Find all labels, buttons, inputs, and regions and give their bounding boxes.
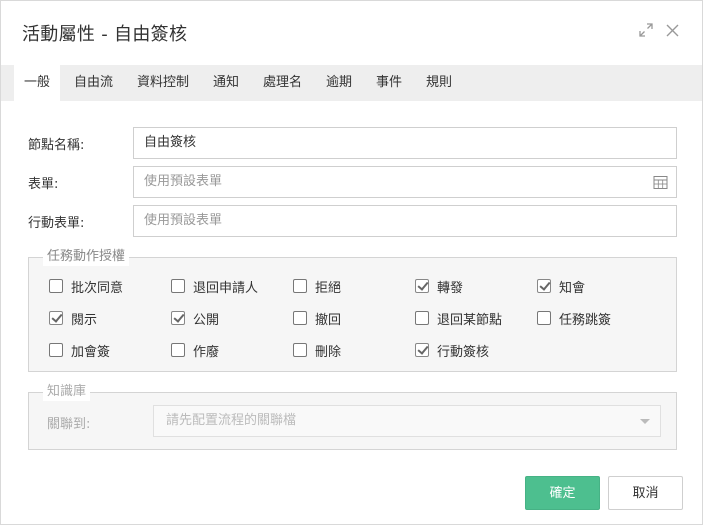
window-controls (638, 21, 680, 39)
checkbox-void[interactable]: 作廢 (171, 340, 219, 360)
tab-notification[interactable]: 通知 (213, 65, 239, 101)
checkbox-box[interactable] (415, 343, 429, 357)
link-file-placeholder: 請先配置流程的關聯檔 (166, 413, 297, 428)
checkbox-box[interactable] (49, 343, 63, 357)
checkbox-label: 加會簽 (71, 344, 111, 360)
tab-bar: 一般 自由流 資料控制 通知 處理名 逾期 事件 規則 (1, 65, 702, 101)
checkbox-box[interactable] (293, 343, 307, 357)
checkbox-label: 轉發 (437, 280, 464, 296)
checkbox-delete[interactable]: 刪除 (293, 340, 341, 360)
mobile-form-input[interactable]: 使用預設表單 (133, 205, 677, 237)
cancel-button[interactable]: 取消 (608, 476, 683, 510)
checkbox-label: 作廢 (193, 344, 220, 360)
close-icon[interactable] (664, 21, 680, 39)
checkbox-box[interactable] (49, 311, 63, 325)
task-permissions-group: 任務動作授權 批次同意 退回申請人 拒絕 轉發 知會 閱示 公開 撤回 退回某節… (28, 248, 677, 372)
confirm-button[interactable]: 確定 (525, 476, 600, 510)
checkbox-box[interactable] (537, 279, 551, 293)
checkbox-label: 退回申請人 (193, 280, 259, 296)
checkbox-label: 公開 (193, 312, 220, 328)
checkbox-return-node[interactable]: 退回某節點 (415, 308, 502, 328)
node-name-label: 節點名稱: (28, 138, 85, 153)
chevron-down-icon (640, 419, 650, 424)
tab-general[interactable]: 一般 (14, 65, 60, 101)
checkbox-label: 批次同意 (71, 280, 124, 296)
checkbox-box[interactable] (293, 279, 307, 293)
form-row: 表單: 使用預設表單 (28, 166, 678, 198)
task-permissions-legend: 任務動作授權 (43, 248, 130, 266)
checkbox-label: 任務跳簽 (559, 312, 612, 328)
mobile-form-label: 行動表單: (28, 216, 85, 231)
checkbox-box[interactable] (49, 279, 63, 293)
checkbox-label: 刪除 (315, 344, 342, 360)
link-to-label: 關聯到: (47, 417, 91, 432)
checkbox-mobile-sign[interactable]: 行動簽核 (415, 340, 489, 360)
checkbox-box[interactable] (171, 343, 185, 357)
checkbox-box[interactable] (415, 311, 429, 325)
node-name-input[interactable]: 自由簽核 (133, 127, 677, 159)
tab-data-control[interactable]: 資料控制 (137, 65, 189, 101)
checkbox-label: 拒絕 (315, 280, 342, 296)
tab-events[interactable]: 事件 (376, 65, 402, 101)
tab-free-flow[interactable]: 自由流 (74, 65, 113, 101)
checkbox-box[interactable] (293, 311, 307, 325)
knowledge-base-group: 知識庫 關聯到: 請先配置流程的關聯檔 (28, 383, 677, 450)
checkbox-box[interactable] (415, 279, 429, 293)
dialog-title: 活動屬性 - 自由簽核 (22, 24, 188, 45)
link-file-select[interactable]: 請先配置流程的關聯檔 (153, 405, 661, 437)
checkbox-forward[interactable]: 轉發 (415, 276, 463, 296)
checkbox-reject[interactable]: 拒絕 (293, 276, 341, 296)
form-label: 表單: (28, 177, 59, 192)
form-select-input[interactable]: 使用預設表單 (133, 166, 677, 198)
tab-rules[interactable]: 規則 (426, 65, 452, 101)
mobile-form-placeholder: 使用預設表單 (144, 213, 223, 228)
checkbox-review[interactable]: 閱示 (49, 308, 97, 328)
checkbox-box[interactable] (537, 311, 551, 325)
checkbox-label: 行動簽核 (437, 344, 490, 360)
form-placeholder: 使用預設表單 (144, 174, 223, 189)
dialog-titlebar: 活動屬性 - 自由簽核 (1, 1, 702, 65)
checkbox-label: 知會 (559, 280, 586, 296)
knowledge-base-legend: 知識庫 (43, 383, 91, 401)
expand-icon[interactable] (638, 21, 654, 39)
mobile-form-row: 行動表單: 使用預設表單 (28, 205, 678, 237)
checkbox-task-skip[interactable]: 任務跳簽 (537, 308, 611, 328)
activity-properties-dialog: 活動屬性 - 自由簽核 一般 自由流 資料控制 通知 處理名 逾期 事件 規則 … (0, 0, 703, 525)
checkbox-label: 閱示 (71, 312, 98, 328)
calendar-grid-icon[interactable] (653, 175, 668, 190)
checkbox-withdraw[interactable]: 撤回 (293, 308, 341, 328)
checkbox-label: 退回某節點 (437, 312, 503, 328)
checkbox-box[interactable] (171, 311, 185, 325)
checkbox-return-applicant[interactable]: 退回申請人 (171, 276, 258, 296)
checkbox-add-countersign[interactable]: 加會簽 (49, 340, 110, 360)
node-name-row: 節點名稱: 自由簽核 (28, 127, 678, 159)
tab-overdue[interactable]: 逾期 (326, 65, 352, 101)
checkbox-batch-approve[interactable]: 批次同意 (49, 276, 123, 296)
checkbox-label: 撤回 (315, 312, 342, 328)
tab-handler-name[interactable]: 處理名 (263, 65, 302, 101)
checkbox-box[interactable] (171, 279, 185, 293)
checkbox-public[interactable]: 公開 (171, 308, 219, 328)
checkbox-notify[interactable]: 知會 (537, 276, 585, 296)
